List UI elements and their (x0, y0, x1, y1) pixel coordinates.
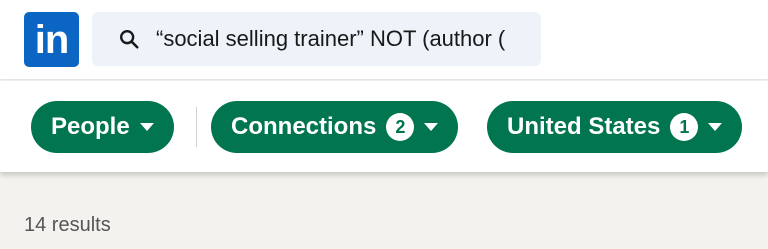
filter-label: United States (507, 113, 661, 140)
chevron-down-icon (139, 122, 154, 131)
filter-count-badge: 1 (670, 113, 699, 141)
results-count: 14 results (24, 214, 111, 236)
top-navigation-bar: in “social selling trainer” NOT (author … (0, 0, 768, 80)
filter-location-button[interactable]: United States 1 (487, 101, 743, 153)
page: in “social selling trainer” NOT (author … (0, 0, 768, 249)
chevron-down-icon (424, 122, 439, 131)
filter-label: Connections (231, 113, 377, 140)
filter-label: People (51, 113, 130, 140)
filter-bar: People Connections 2 United States 1 (0, 81, 768, 172)
logo-text: in (34, 17, 70, 62)
search-bar[interactable]: “social selling trainer” NOT (author ( (92, 12, 541, 66)
chevron-down-icon (708, 122, 723, 131)
filter-divider (196, 107, 197, 147)
filter-count-badge: 2 (386, 113, 415, 141)
filter-people-button[interactable]: People (31, 101, 174, 153)
linkedin-logo[interactable]: in (24, 12, 79, 67)
search-input[interactable]: “social selling trainer” NOT (author ( (156, 26, 505, 52)
search-icon (120, 30, 139, 49)
filter-connections-button[interactable]: Connections 2 (211, 101, 459, 153)
